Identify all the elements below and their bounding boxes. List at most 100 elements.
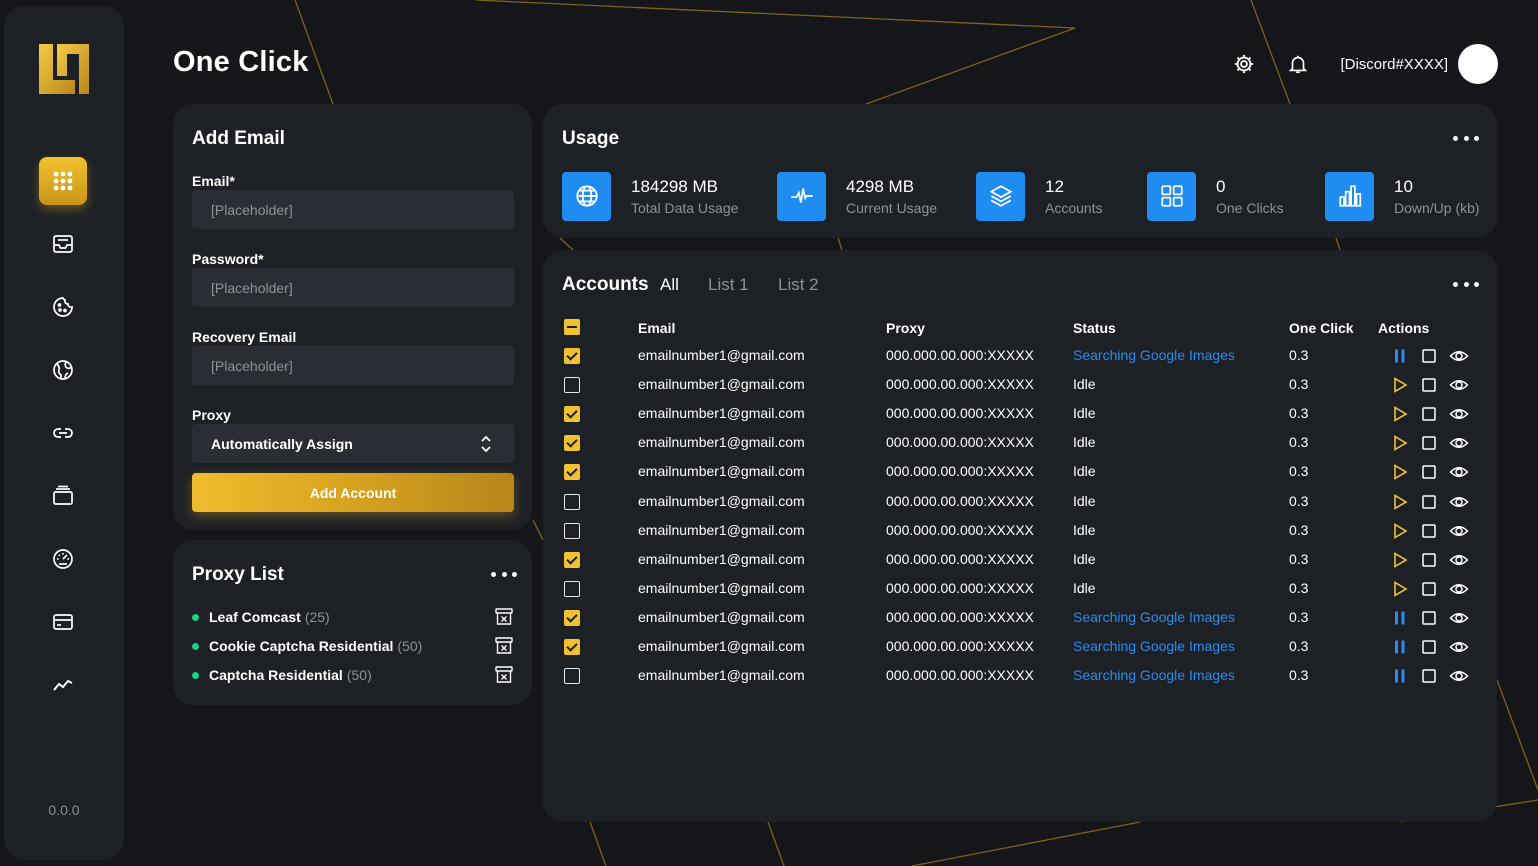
usage-more-button[interactable] [1453,133,1479,143]
row-checkbox[interactable] [564,348,580,364]
stop-icon[interactable] [1420,667,1438,685]
row-checkbox[interactable] [564,464,580,481]
row-checkbox[interactable] [564,522,580,539]
eye-icon[interactable] [1449,347,1469,365]
sidebar-item-cookies[interactable] [39,283,87,331]
eye-icon[interactable] [1449,434,1469,452]
row-checkbox[interactable] [564,377,580,394]
proxy-list-item[interactable]: Cookie Captcha Residential (50) [192,636,514,656]
select-all-checkbox[interactable] [564,319,580,335]
sidebar-item-dashboard[interactable] [39,157,87,205]
play-icon[interactable] [1391,522,1409,540]
delete-icon[interactable] [494,636,514,656]
row-checkbox[interactable] [564,668,580,685]
accounts-more-button[interactable] [1453,279,1479,289]
status-cell: Searching Google Images [1073,638,1235,654]
sidebar-item-inbox[interactable] [39,220,87,268]
avatar[interactable] [1458,44,1498,84]
sidebar: 0.0.0 [4,6,124,860]
header-actions: [Discord#XXXX] [1232,44,1498,84]
delete-icon[interactable] [494,607,514,627]
play-icon[interactable] [1391,551,1409,569]
play-icon[interactable] [1391,434,1409,452]
stop-icon[interactable] [1420,376,1438,394]
table-row: emailnumber1@gmail.com 000.000.00.000:XXX… [543,370,1497,399]
stop-icon[interactable] [1420,463,1438,481]
tab-all[interactable]: All [660,275,679,295]
proxy-list-more-button[interactable] [491,569,517,579]
email-cell: emailnumber1@gmail.com [638,521,805,538]
sidebar-item-links[interactable] [39,409,87,457]
pause-icon[interactable] [1391,347,1409,365]
play-icon[interactable] [1391,463,1409,481]
stop-icon[interactable] [1420,609,1438,627]
sidebar-item-collections[interactable] [39,472,87,520]
eye-icon[interactable] [1449,376,1469,394]
stop-icon[interactable] [1420,493,1438,511]
delete-icon[interactable] [494,665,514,685]
stop-icon[interactable] [1420,580,1438,598]
eye-icon[interactable] [1449,463,1469,481]
eye-icon[interactable] [1449,493,1469,511]
play-icon[interactable] [1391,493,1409,511]
email-cell: emailnumber1@gmail.com [638,667,805,684]
pause-icon[interactable] [1391,667,1409,685]
stat-value: 0 [1216,176,1226,196]
table-row: emailnumber1@gmail.com 000.000.00.000:XXX… [543,457,1497,486]
row-checkbox[interactable] [564,609,580,626]
sidebar-item-performance[interactable] [39,535,87,583]
eye-icon[interactable] [1449,522,1469,540]
stop-icon[interactable] [1420,522,1438,540]
play-icon[interactable] [1391,376,1409,394]
eye-icon[interactable] [1449,405,1469,423]
eye-icon[interactable] [1449,609,1469,627]
stop-icon[interactable] [1420,638,1438,656]
proxy-cell: 000.000.00.000:XXXXX [886,463,1034,480]
row-checkbox[interactable] [564,435,580,452]
settings-button[interactable] [1232,52,1256,76]
proxy-list-item[interactable]: Leaf Comcast (25) [192,607,514,627]
proxy-name: Captcha Residential [209,667,343,683]
row-checkbox[interactable] [564,639,580,655]
password-field[interactable] [192,268,514,307]
one-click-cell: 0.3 [1289,521,1309,538]
play-icon[interactable] [1391,405,1409,423]
row-checkbox[interactable] [564,551,580,568]
stop-icon[interactable] [1420,551,1438,569]
row-checkbox[interactable] [564,406,580,423]
recovery-email-field[interactable] [192,346,514,385]
stop-icon[interactable] [1420,434,1438,452]
status-cell: Searching Google Images [1073,667,1235,684]
proxy-cell: 000.000.00.000:XXXXX [886,579,1034,596]
tab-list-2[interactable]: List 2 [778,275,819,295]
username[interactable]: [Discord#XXXX] [1340,56,1448,73]
pause-icon[interactable] [1391,609,1409,627]
grid-icon [1160,185,1183,207]
proxy-select[interactable]: Automatically Assign [192,424,514,463]
eye-icon[interactable] [1449,638,1469,656]
proxy-list-item[interactable]: Captcha Residential (50) [192,665,514,685]
add-account-button[interactable]: Add Account [192,473,514,512]
status-cell: Idle [1073,405,1096,422]
stop-icon[interactable] [1420,405,1438,423]
layers-icon [988,185,1013,207]
table-row: emailnumber1@gmail.com 000.000.00.000:XXX… [543,545,1497,574]
eye-icon[interactable] [1449,551,1469,569]
row-checkbox[interactable] [564,580,580,597]
recovery-email-label: Recovery Email [192,329,297,345]
status-dot [192,613,199,621]
tab-list-1[interactable]: List 1 [708,275,749,295]
pause-icon[interactable] [1391,638,1409,656]
row-checkbox[interactable] [564,493,580,510]
email-field[interactable] [192,190,514,229]
stop-icon[interactable] [1420,347,1438,365]
sidebar-item-proxies[interactable] [39,346,87,394]
eye-icon[interactable] [1449,580,1469,598]
one-click-cell: 0.3 [1289,347,1309,363]
eye-icon[interactable] [1449,667,1469,685]
notifications-button[interactable] [1286,52,1310,76]
play-icon[interactable] [1391,580,1409,598]
add-email-panel: Add Email Email* Password* Recovery Emai… [173,104,532,530]
sidebar-item-analytics[interactable] [39,661,87,709]
sidebar-item-billing[interactable] [39,598,87,646]
